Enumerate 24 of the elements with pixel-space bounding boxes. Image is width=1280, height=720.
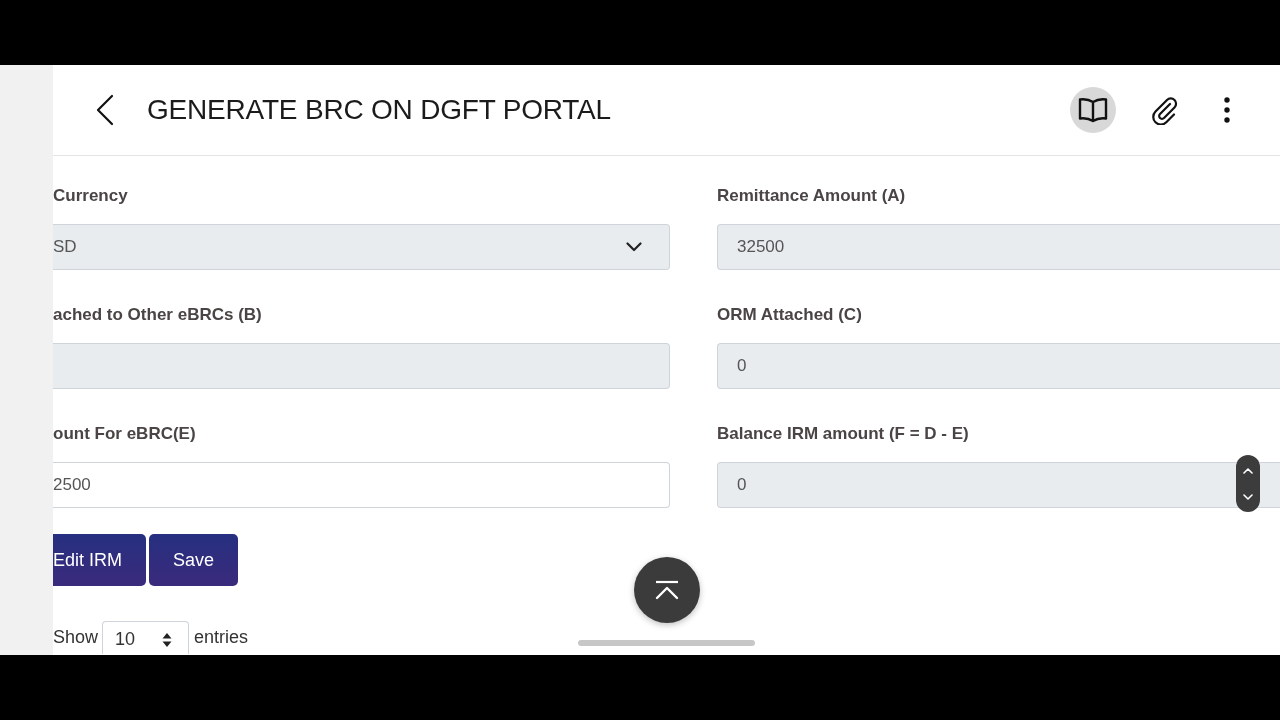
field-label: Balance IRM amount (F = D - E) (717, 423, 969, 445)
book-icon[interactable] (1070, 87, 1116, 133)
field-label: ached to Other eBRCs (B) (53, 304, 262, 326)
up-down-chevron-icon (1243, 467, 1253, 500)
scrollbar-handle[interactable] (578, 640, 755, 646)
field-label: ount For eBRC(E) (53, 423, 196, 445)
field-label: Currency (53, 185, 128, 207)
entries-label: entries (194, 627, 249, 648)
page-title: GENERATE BRC ON DGFT PORTAL (147, 94, 611, 126)
paperclip-icon[interactable] (1150, 95, 1180, 125)
save-button[interactable]: Save (149, 534, 239, 586)
back-icon[interactable] (96, 94, 114, 126)
field-label: ORM Attached (C) (717, 304, 862, 326)
scroll-to-top-button[interactable] (634, 557, 700, 623)
show-label: Show (53, 627, 99, 648)
sort-arrows-icon (162, 631, 173, 648)
chevron-down-icon (626, 242, 642, 252)
text-field[interactable]: 2500 (53, 462, 670, 508)
field-label: Remittance Amount (A) (717, 185, 906, 207)
edit-button[interactable]: Edit IRM (53, 534, 146, 586)
scroll-to-top-icon (654, 580, 680, 600)
more-icon[interactable] (1224, 97, 1230, 123)
fast-scroll-handle[interactable] (1236, 455, 1260, 512)
page-size-select[interactable]: 10 (102, 621, 190, 654)
